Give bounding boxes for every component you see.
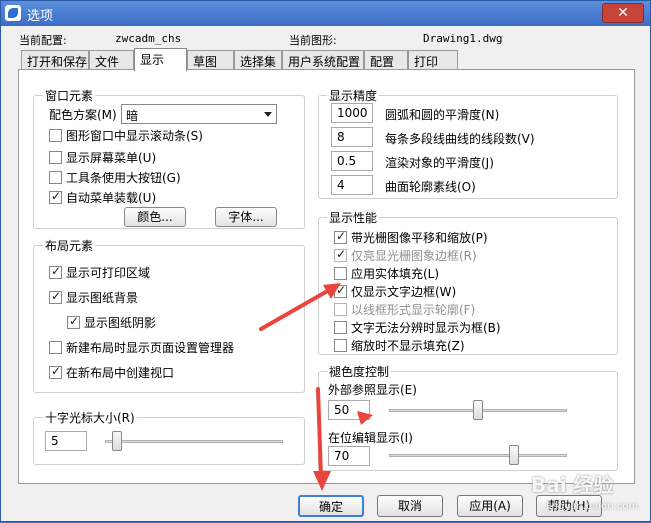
annotation-arrows: [259, 283, 373, 491]
arrow-to-text-frame-icon: [259, 283, 341, 331]
tab-display[interactable]: 显示: [134, 48, 187, 71]
watermark: Bai 经验: [531, 473, 614, 497]
options-dialog: 选项 ✕ 当前配置: zwcadm_chs 当前图形: Drawing1.dwg…: [0, 0, 651, 522]
arrow-to-ok-button-icon: [313, 387, 331, 491]
arrow-small-icon: [357, 411, 373, 425]
watermark-sub: jingyan.baidu.com: [546, 501, 639, 512]
